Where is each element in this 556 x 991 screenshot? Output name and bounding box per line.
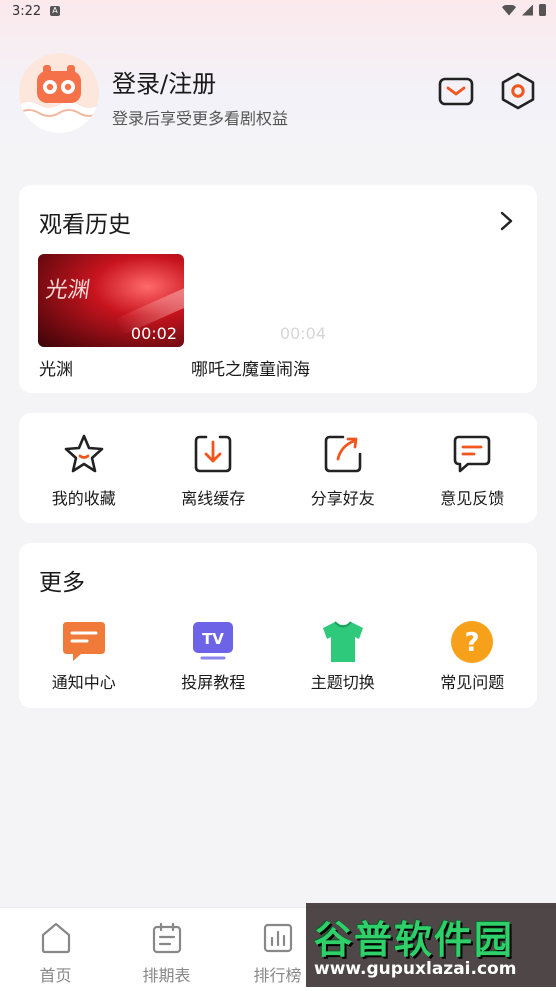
history-progress-time-2: 00:04 — [279, 324, 326, 343]
status-time: 3:22 — [12, 4, 42, 19]
battery-icon — [539, 4, 546, 16]
tv-icon: TV — [190, 619, 236, 665]
offline-cache-button[interactable]: 离线缓存 — [149, 413, 279, 523]
favorites-button[interactable]: 我的收藏 — [19, 413, 149, 523]
faq-icon: ? — [449, 619, 495, 665]
status-notification-badge: A — [50, 6, 60, 16]
profile-header: 登录/注册 登录后享受更多看剧权益 — [0, 50, 556, 140]
watermark-url: www.gupuxlazai.com — [314, 959, 517, 979]
watch-history-title: 观看历史 — [39, 212, 131, 238]
share-friends-label: 分享好友 — [310, 489, 375, 508]
faq-button[interactable]: ? 常见问题 — [408, 603, 538, 703]
cast-tutorial-label: 投屏教程 — [181, 673, 246, 692]
chevron-right-icon[interactable] — [495, 210, 517, 232]
notification-center-button[interactable]: 通知中心 — [19, 603, 149, 703]
feedback-label: 意见反馈 — [440, 489, 505, 508]
notification-center-label: 通知中心 — [51, 673, 116, 692]
notification-icon — [61, 619, 107, 665]
more-card: 更多 通知中心 TV 投屏教程 主题切换 ? 常见问题 — [19, 543, 537, 708]
theme-shirt-icon — [320, 619, 366, 665]
mail-icon[interactable] — [436, 71, 476, 111]
nav-home[interactable]: 首页 — [0, 908, 111, 991]
avatar[interactable] — [19, 53, 99, 133]
history-thumbnail-1[interactable]: 光渊 00:02 — [38, 254, 184, 347]
faq-label: 常见问题 — [440, 673, 505, 692]
star-icon — [62, 432, 106, 476]
nav-schedule[interactable]: 排期表 — [111, 908, 222, 991]
wifi-icon — [502, 4, 516, 16]
login-subtitle: 登录后享受更多看剧权益 — [112, 109, 289, 128]
status-icons — [502, 4, 546, 16]
theme-switch-button[interactable]: 主题切换 — [278, 603, 408, 703]
feedback-icon — [450, 432, 494, 476]
status-bar: 3:22 A — [0, 0, 556, 24]
settings-icon[interactable] — [498, 71, 538, 111]
signal-icon — [522, 4, 533, 16]
more-title: 更多 — [39, 570, 85, 596]
svg-text:?: ? — [465, 628, 480, 658]
svg-text:TV: TV — [202, 630, 224, 648]
calendar-icon — [150, 921, 184, 955]
thumbnail-logo-text: 光渊 — [43, 278, 92, 303]
history-title-1[interactable]: 光渊 — [39, 355, 73, 380]
history-thumbnail-2[interactable]: 00:04 — [190, 254, 336, 347]
share-icon — [321, 432, 365, 476]
quick-actions-card: 我的收藏 离线缓存 分享好友 意见反馈 — [19, 413, 537, 523]
share-friends-button[interactable]: 分享好友 — [278, 413, 408, 523]
download-icon — [191, 432, 235, 476]
nav-schedule-label: 排期表 — [142, 966, 191, 985]
watermark: 谷普软件园 www.gupuxlazai.com — [306, 903, 556, 987]
nav-home-label: 首页 — [39, 966, 72, 985]
cast-tutorial-button[interactable]: TV 投屏教程 — [149, 603, 279, 703]
chart-icon — [261, 921, 295, 955]
theme-switch-label: 主题切换 — [310, 673, 375, 692]
watermark-text: 谷普软件园 — [314, 918, 515, 962]
favorites-label: 我的收藏 — [51, 489, 116, 508]
feedback-button[interactable]: 意见反馈 — [408, 413, 538, 523]
history-progress-time-1: 00:02 — [130, 324, 177, 343]
login-register-link[interactable]: 登录/注册 — [112, 64, 216, 99]
offline-cache-label: 离线缓存 — [181, 489, 246, 508]
avatar-mascot-icon — [19, 65, 99, 133]
home-icon — [39, 921, 73, 955]
watch-history-card: 观看历史 光渊 00:02 光渊 00:04 哪吒之魔童闹海 — [19, 185, 537, 393]
history-title-2[interactable]: 哪吒之魔童闹海 — [191, 355, 310, 380]
